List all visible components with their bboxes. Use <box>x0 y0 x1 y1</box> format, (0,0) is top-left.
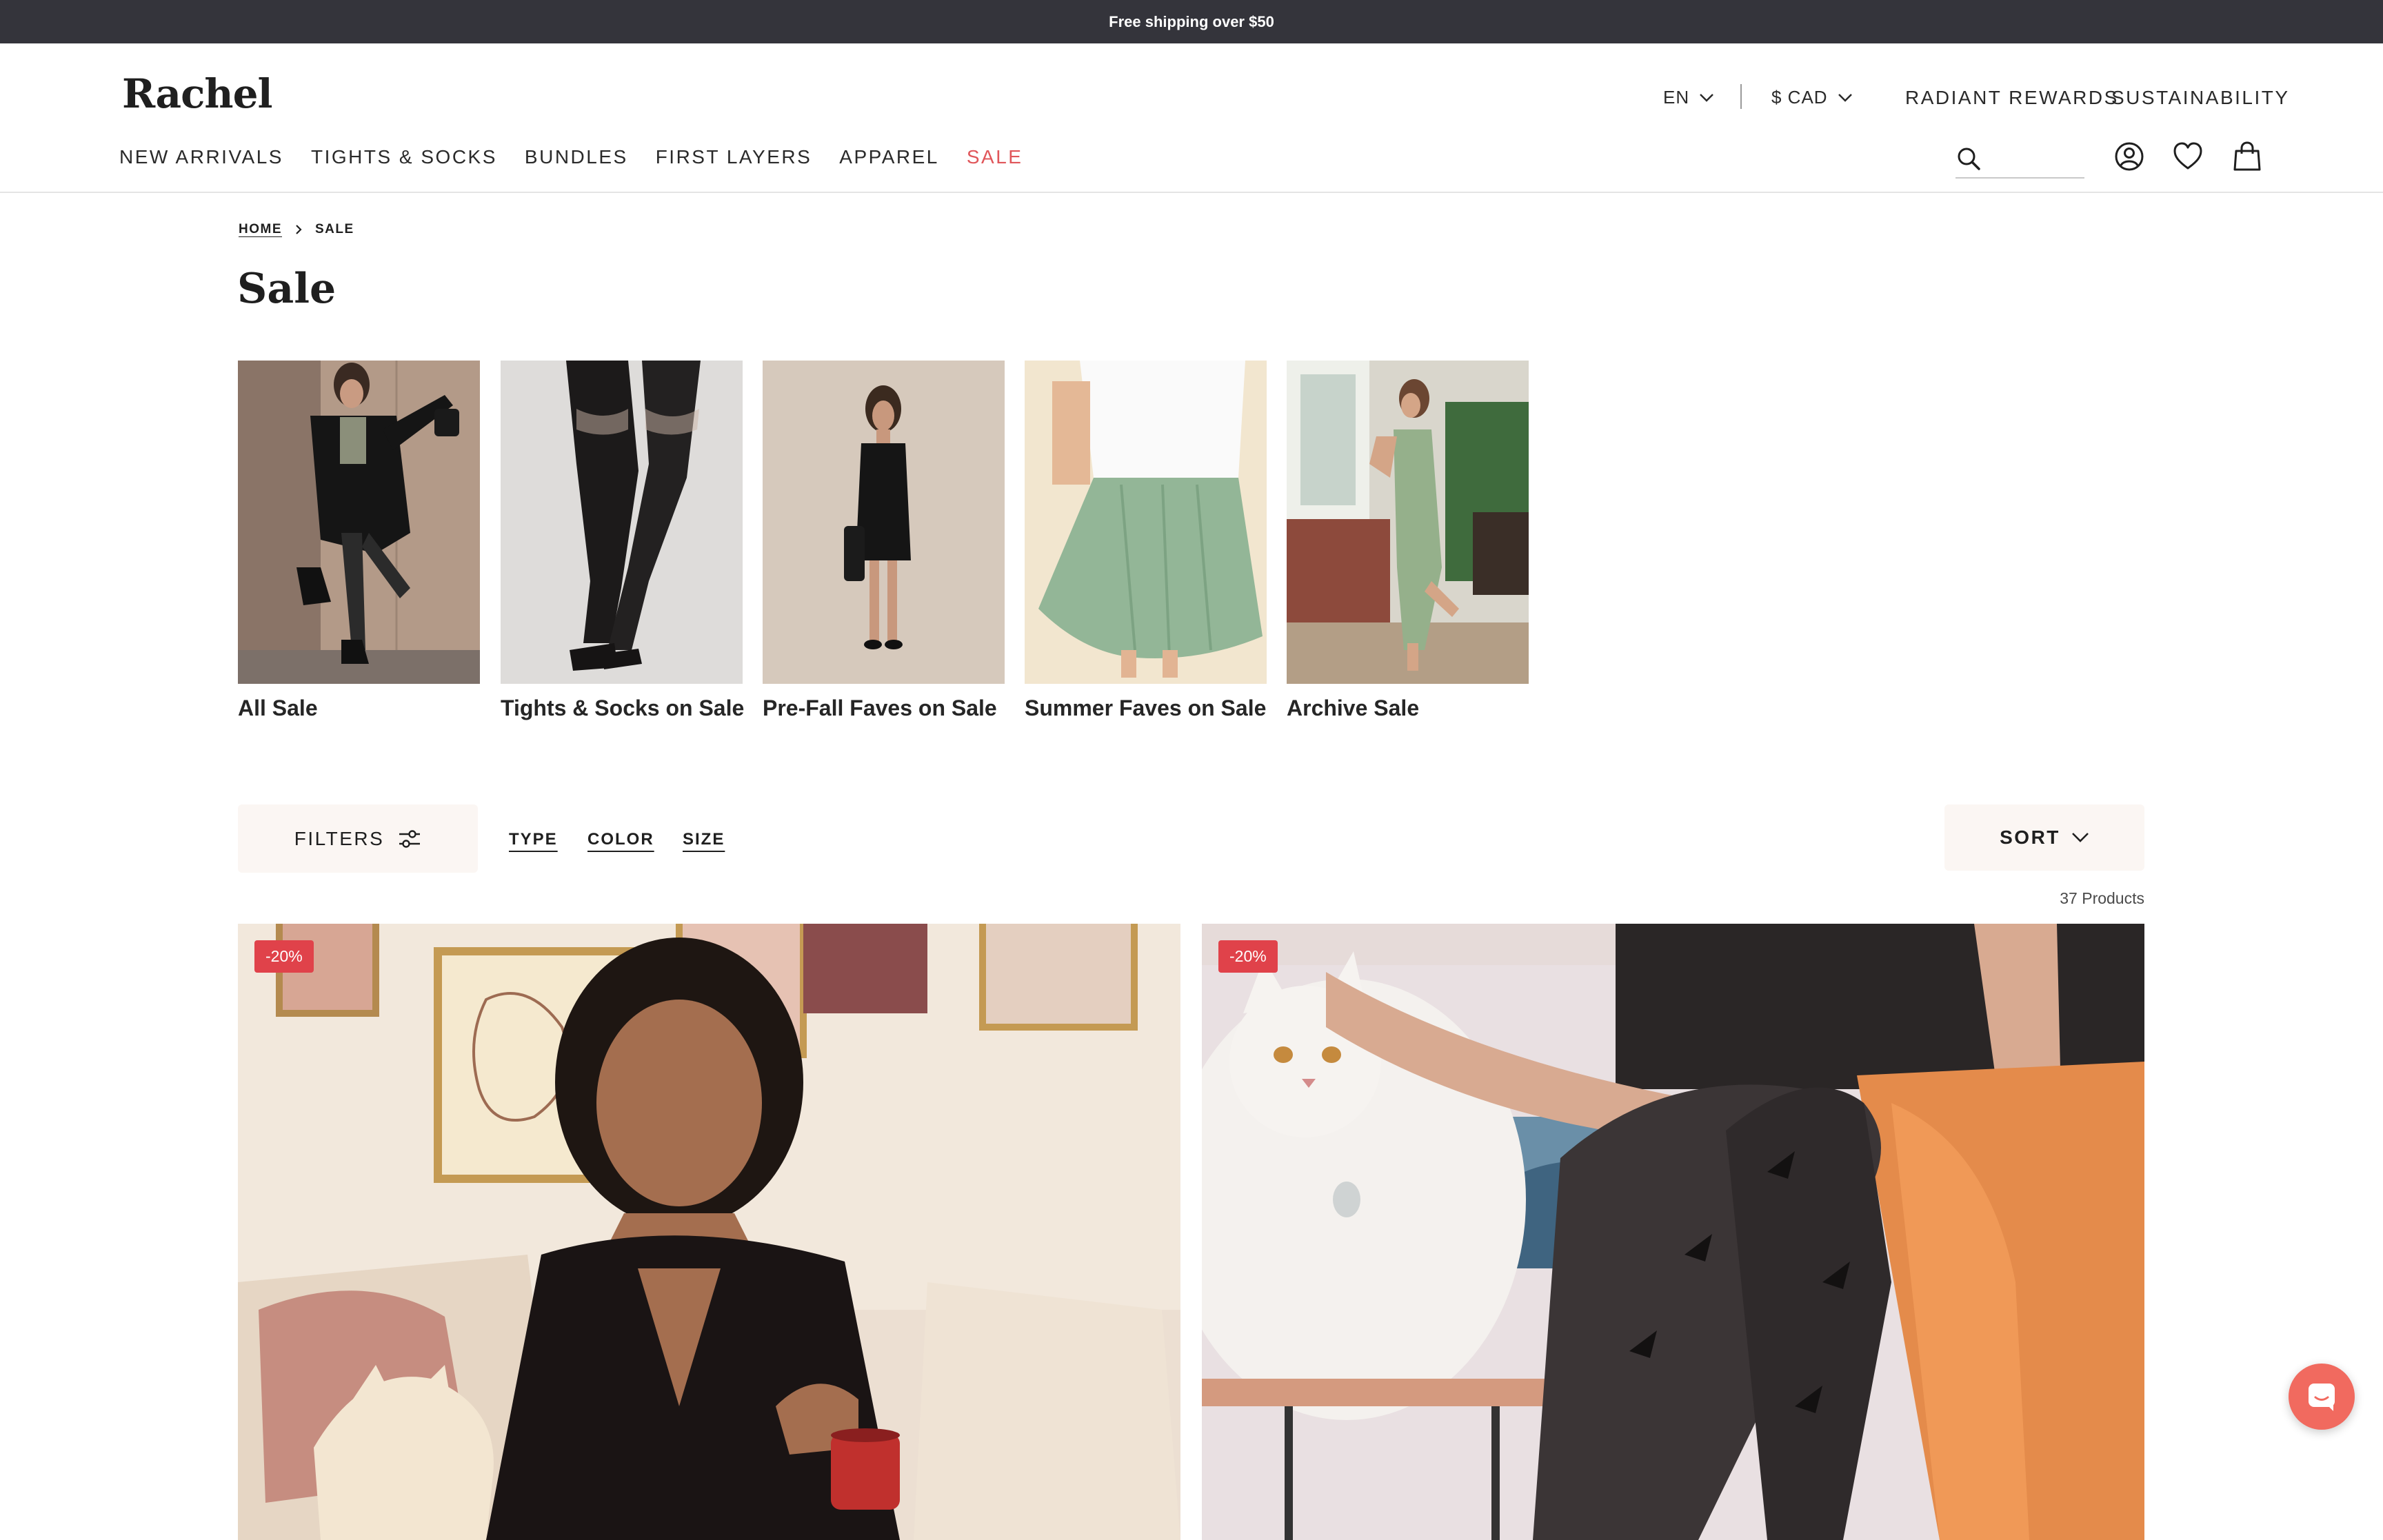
filter-tab-type[interactable]: TYPE <box>509 830 558 849</box>
product-card[interactable]: -20% <box>238 924 1180 1540</box>
category-label: Tights & Socks on Sale <box>501 696 745 720</box>
category-image <box>1025 352 1267 684</box>
filters-label: FILTERS <box>294 827 385 849</box>
search-input[interactable] <box>1991 144 2081 172</box>
account-icon[interactable] <box>2113 140 2146 173</box>
currency-selector[interactable]: $ CAD <box>1771 87 1853 108</box>
search-icon[interactable] <box>1955 145 1983 173</box>
breadcrumb: HOME SALE <box>239 222 354 237</box>
search-box[interactable] <box>1955 141 2084 179</box>
filter-tab-size[interactable]: SIZE <box>683 830 725 849</box>
discount-badge: -20% <box>1218 940 1278 973</box>
category-tile-pre-fall-faves[interactable]: Pre-Fall Faves on Sale <box>763 361 1005 721</box>
language-selector[interactable]: EN <box>1663 87 1714 108</box>
discount-badge: -20% <box>254 940 314 973</box>
chevron-down-icon <box>2071 833 2089 842</box>
filter-tab-color[interactable]: COLOR <box>587 830 654 849</box>
chat-icon <box>2309 1384 2335 1411</box>
language-label: EN <box>1663 87 1690 108</box>
nav-item-bundles[interactable]: BUNDLES <box>525 146 628 168</box>
category-tile-tights-socks[interactable]: Tights & Socks on Sale <box>501 361 745 721</box>
utility-divider <box>1740 84 1742 109</box>
category-tile-all-sale[interactable]: All Sale <box>238 361 480 721</box>
sliders-icon <box>399 829 421 848</box>
nav-item-tights-socks[interactable]: TIGHTS & SOCKS <box>311 146 497 168</box>
currency-label: $ CAD <box>1771 87 1828 108</box>
heart-icon[interactable] <box>2171 140 2204 173</box>
nav-item-new-arrivals[interactable]: NEW ARRIVALS <box>119 146 283 168</box>
chat-launcher[interactable] <box>2289 1364 2355 1430</box>
category-tile-archive-sale[interactable]: Archive Sale <box>1287 361 1529 721</box>
product-image <box>1202 924 2144 1540</box>
category-image <box>1287 361 1529 684</box>
category-tile-summer-faves[interactable]: Summer Faves on Sale <box>1025 352 1267 721</box>
brand-logo[interactable]: Rachel <box>122 70 273 117</box>
chevron-right-icon <box>296 225 302 234</box>
breadcrumb-current: SALE <box>315 222 354 236</box>
breadcrumb-home[interactable]: HOME <box>239 222 282 237</box>
sustainability-link[interactable]: SUSTAINABILITY <box>2111 87 2290 109</box>
product-card[interactable]: -20% <box>1202 924 2144 1540</box>
nav-item-first-layers[interactable]: FIRST LAYERS <box>656 146 812 168</box>
sort-label: SORT <box>2000 827 2060 848</box>
category-label: All Sale <box>238 696 318 720</box>
page-title: Sale <box>237 265 336 313</box>
category-label: Pre-Fall Faves on Sale <box>763 696 997 720</box>
category-image <box>238 361 480 684</box>
filters-button[interactable]: FILTERS <box>238 804 478 873</box>
radiant-rewards-link[interactable]: RADIANT REWARDS <box>1905 87 2119 109</box>
announcement-text: Free shipping over $50 <box>1109 12 1274 30</box>
shopping-bag-icon[interactable] <box>2231 140 2264 173</box>
main-nav: NEW ARRIVALS TIGHTS & SOCKS BUNDLES FIRS… <box>119 146 1050 168</box>
product-count: 37 Products <box>2060 889 2144 907</box>
announcement-bar: Free shipping over $50 <box>0 0 2383 43</box>
chevron-down-icon <box>1838 93 1852 102</box>
chevron-down-icon <box>1700 93 1714 102</box>
category-label: Summer Faves on Sale <box>1025 696 1267 720</box>
nav-item-sale[interactable]: SALE <box>967 146 1023 168</box>
category-label: Archive Sale <box>1287 696 1420 720</box>
category-image <box>501 361 743 684</box>
nav-item-apparel[interactable]: APPAREL <box>839 146 939 168</box>
category-image <box>763 361 1005 684</box>
header-divider <box>0 192 2383 193</box>
product-image <box>238 924 1180 1540</box>
sort-button[interactable]: SORT <box>1944 804 2144 871</box>
